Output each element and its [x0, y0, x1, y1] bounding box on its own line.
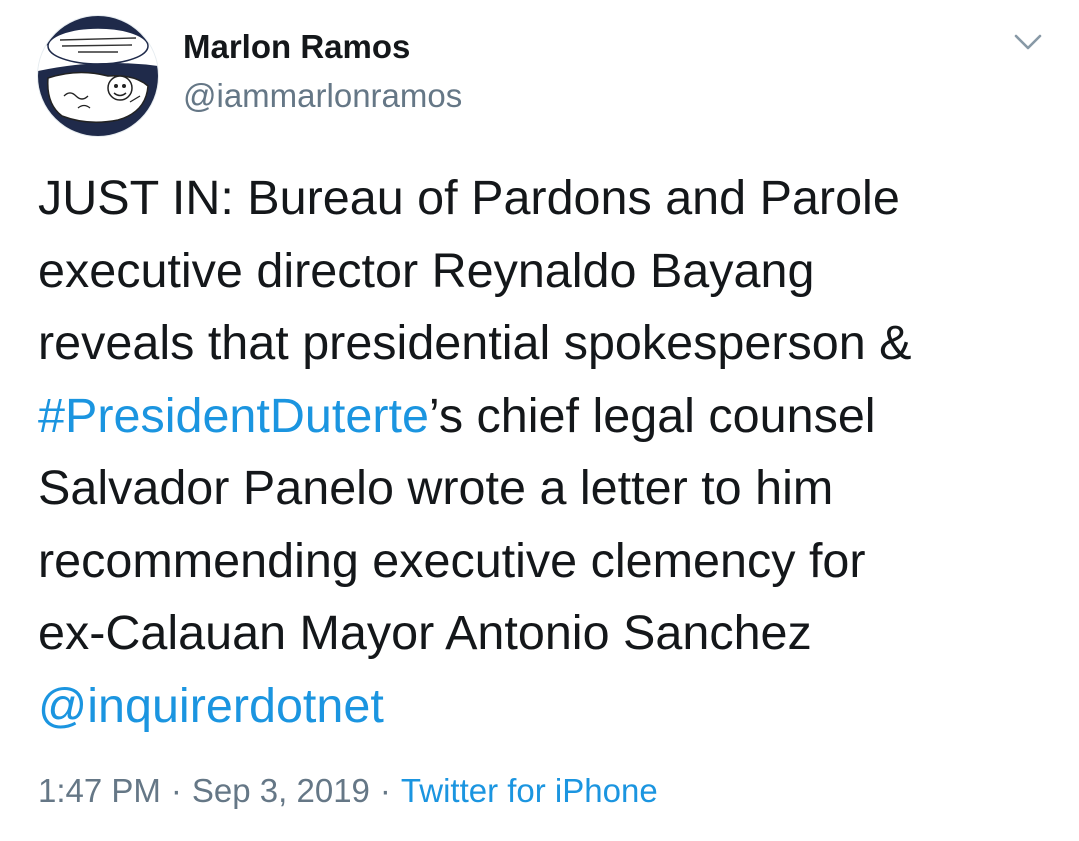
- tweet-meta: 1:47 PM · Sep 3, 2019 · Twitter for iPhone: [38, 772, 658, 810]
- tweet-source-link[interactable]: Twitter for iPhone: [401, 772, 658, 809]
- tweet-line: #PresidentDuterte’s chief legal counsel: [38, 388, 876, 443]
- separator-dot: ·: [170, 772, 182, 809]
- hashtag-link[interactable]: #PresidentDuterte: [38, 389, 429, 443]
- tweet-line: JUST IN: Bureau of Pardons and Parole: [38, 171, 900, 225]
- avatar-cartoon-image: [38, 16, 158, 136]
- chevron-down-icon[interactable]: [1012, 30, 1044, 54]
- author-name[interactable]: Marlon Ramos: [183, 28, 410, 66]
- mention-link[interactable]: @inquirerdotnet: [38, 679, 384, 733]
- avatar[interactable]: [38, 16, 158, 136]
- tweet-date[interactable]: Sep 3, 2019: [192, 772, 370, 809]
- tweet-line: executive director Reynaldo Bayang: [38, 243, 815, 298]
- tweet-line: recommending executive clemency for: [38, 533, 866, 588]
- separator-dot: ·: [379, 772, 391, 809]
- author-handle[interactable]: @iammarlonramos: [183, 77, 462, 115]
- tweet-line: @inquirerdotnet: [38, 670, 1048, 743]
- tweet-text: JUST IN: Bureau of Pardons and Parole ex…: [38, 162, 1048, 742]
- tweet-time[interactable]: 1:47 PM: [38, 772, 161, 809]
- tweet-line: reveals that presidential spokesperson &: [38, 316, 912, 370]
- tweet-line: ex-Calauan Mayor Antonio Sanchez: [38, 606, 812, 660]
- tweet-card: Marlon Ramos @iammarlonramos JUST IN: Bu…: [0, 0, 1079, 841]
- tweet-line: Salvador Panelo wrote a letter to him: [38, 461, 834, 515]
